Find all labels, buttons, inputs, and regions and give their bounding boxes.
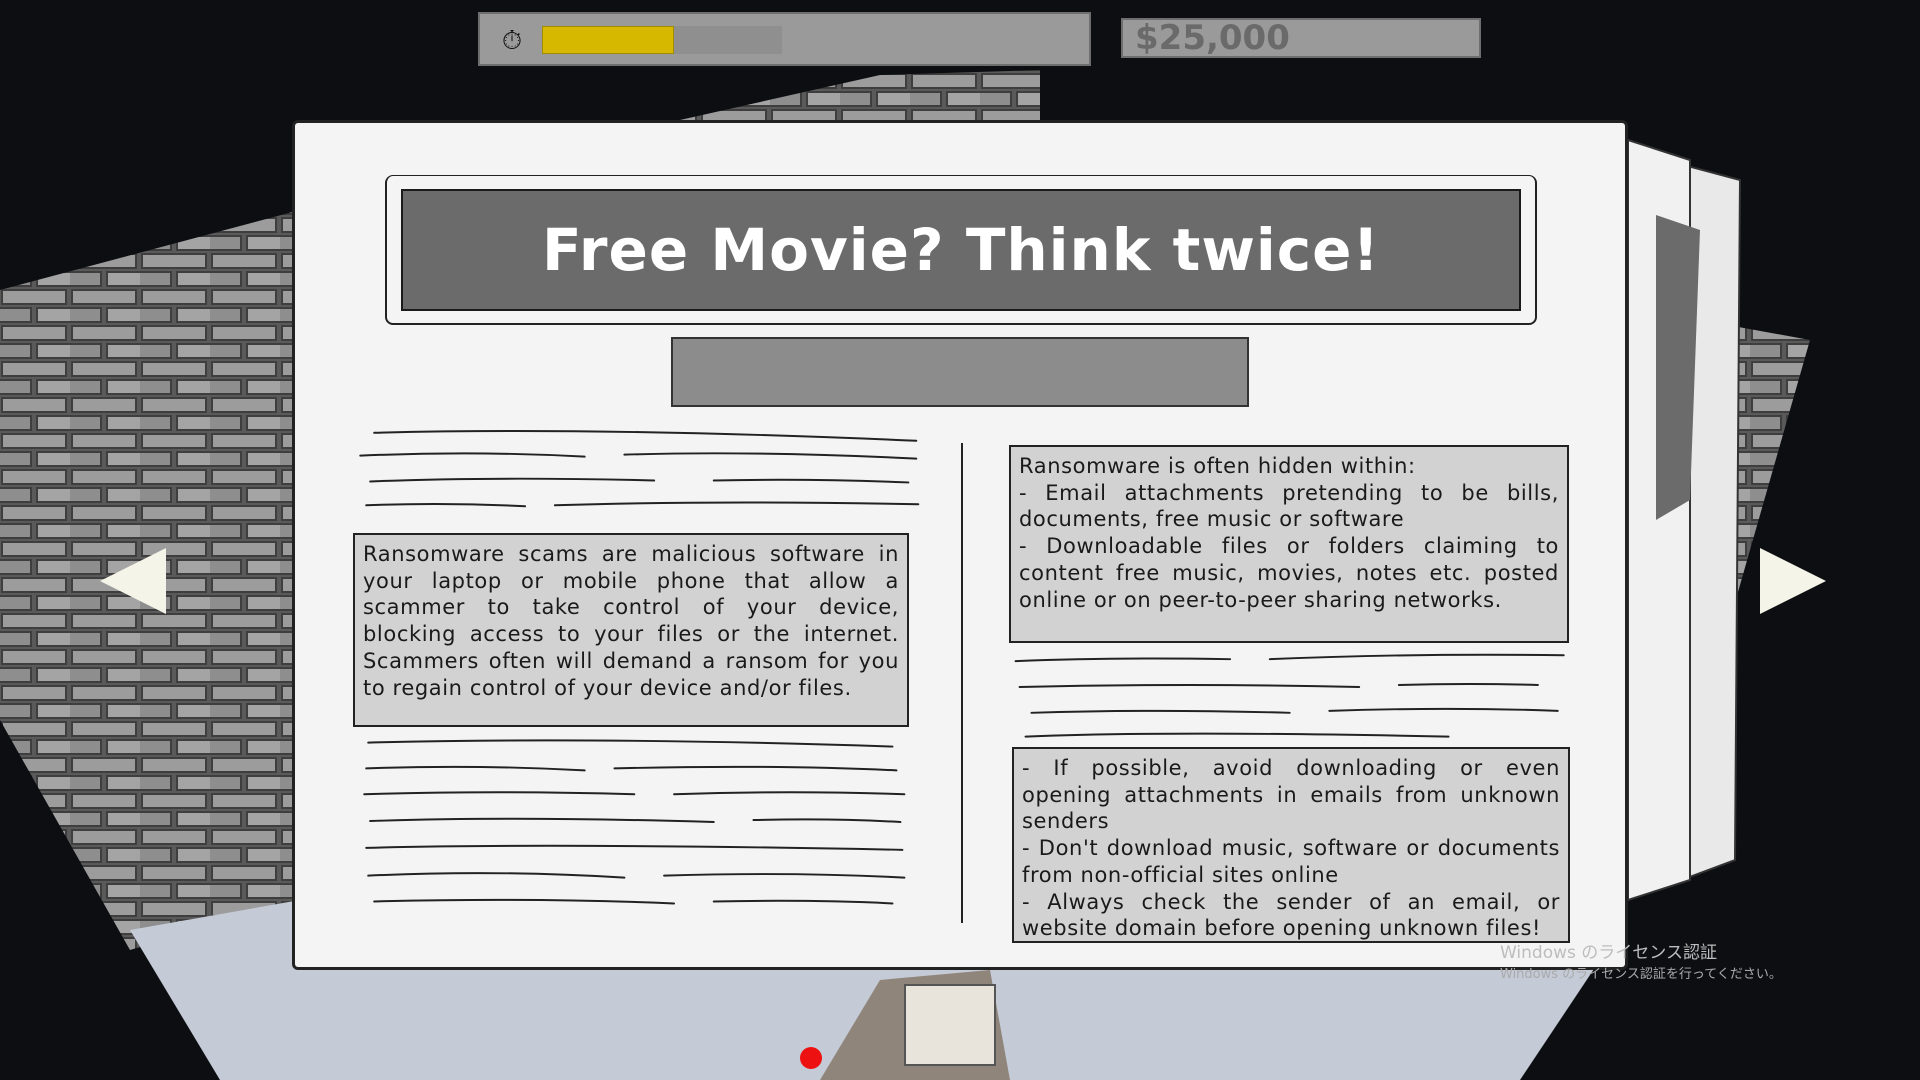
windows-activation-watermark: Windows のライセンス認証 <box>1500 943 1717 963</box>
column-divider <box>961 443 963 923</box>
subheading-bar <box>671 337 1249 407</box>
article-right-bottom-text: - If possible, avoid downloading or even… <box>1012 747 1570 943</box>
stopwatch-icon: ⏱ <box>501 26 523 56</box>
timer-fill <box>542 26 674 54</box>
arrow-left-icon[interactable] <box>100 548 166 614</box>
headline: Free Movie? Think twice! <box>401 189 1521 311</box>
newspaper-page: Free Movie? Think twice! Ransomware scam… <box>292 120 1628 970</box>
timer-bar: ⏱ <box>478 12 1091 66</box>
windows-activation-subtitle: Windows のライセンス認証を行ってください。 <box>1500 967 1782 982</box>
money-display: $25,000 <box>1121 18 1481 58</box>
article-right-top-text: Ransomware is often hidden within: - Ema… <box>1009 445 1569 643</box>
arrow-right-icon[interactable] <box>1760 548 1826 614</box>
timer-track <box>542 26 782 54</box>
article-left-text: Ransomware scams are malicious software … <box>353 533 909 727</box>
